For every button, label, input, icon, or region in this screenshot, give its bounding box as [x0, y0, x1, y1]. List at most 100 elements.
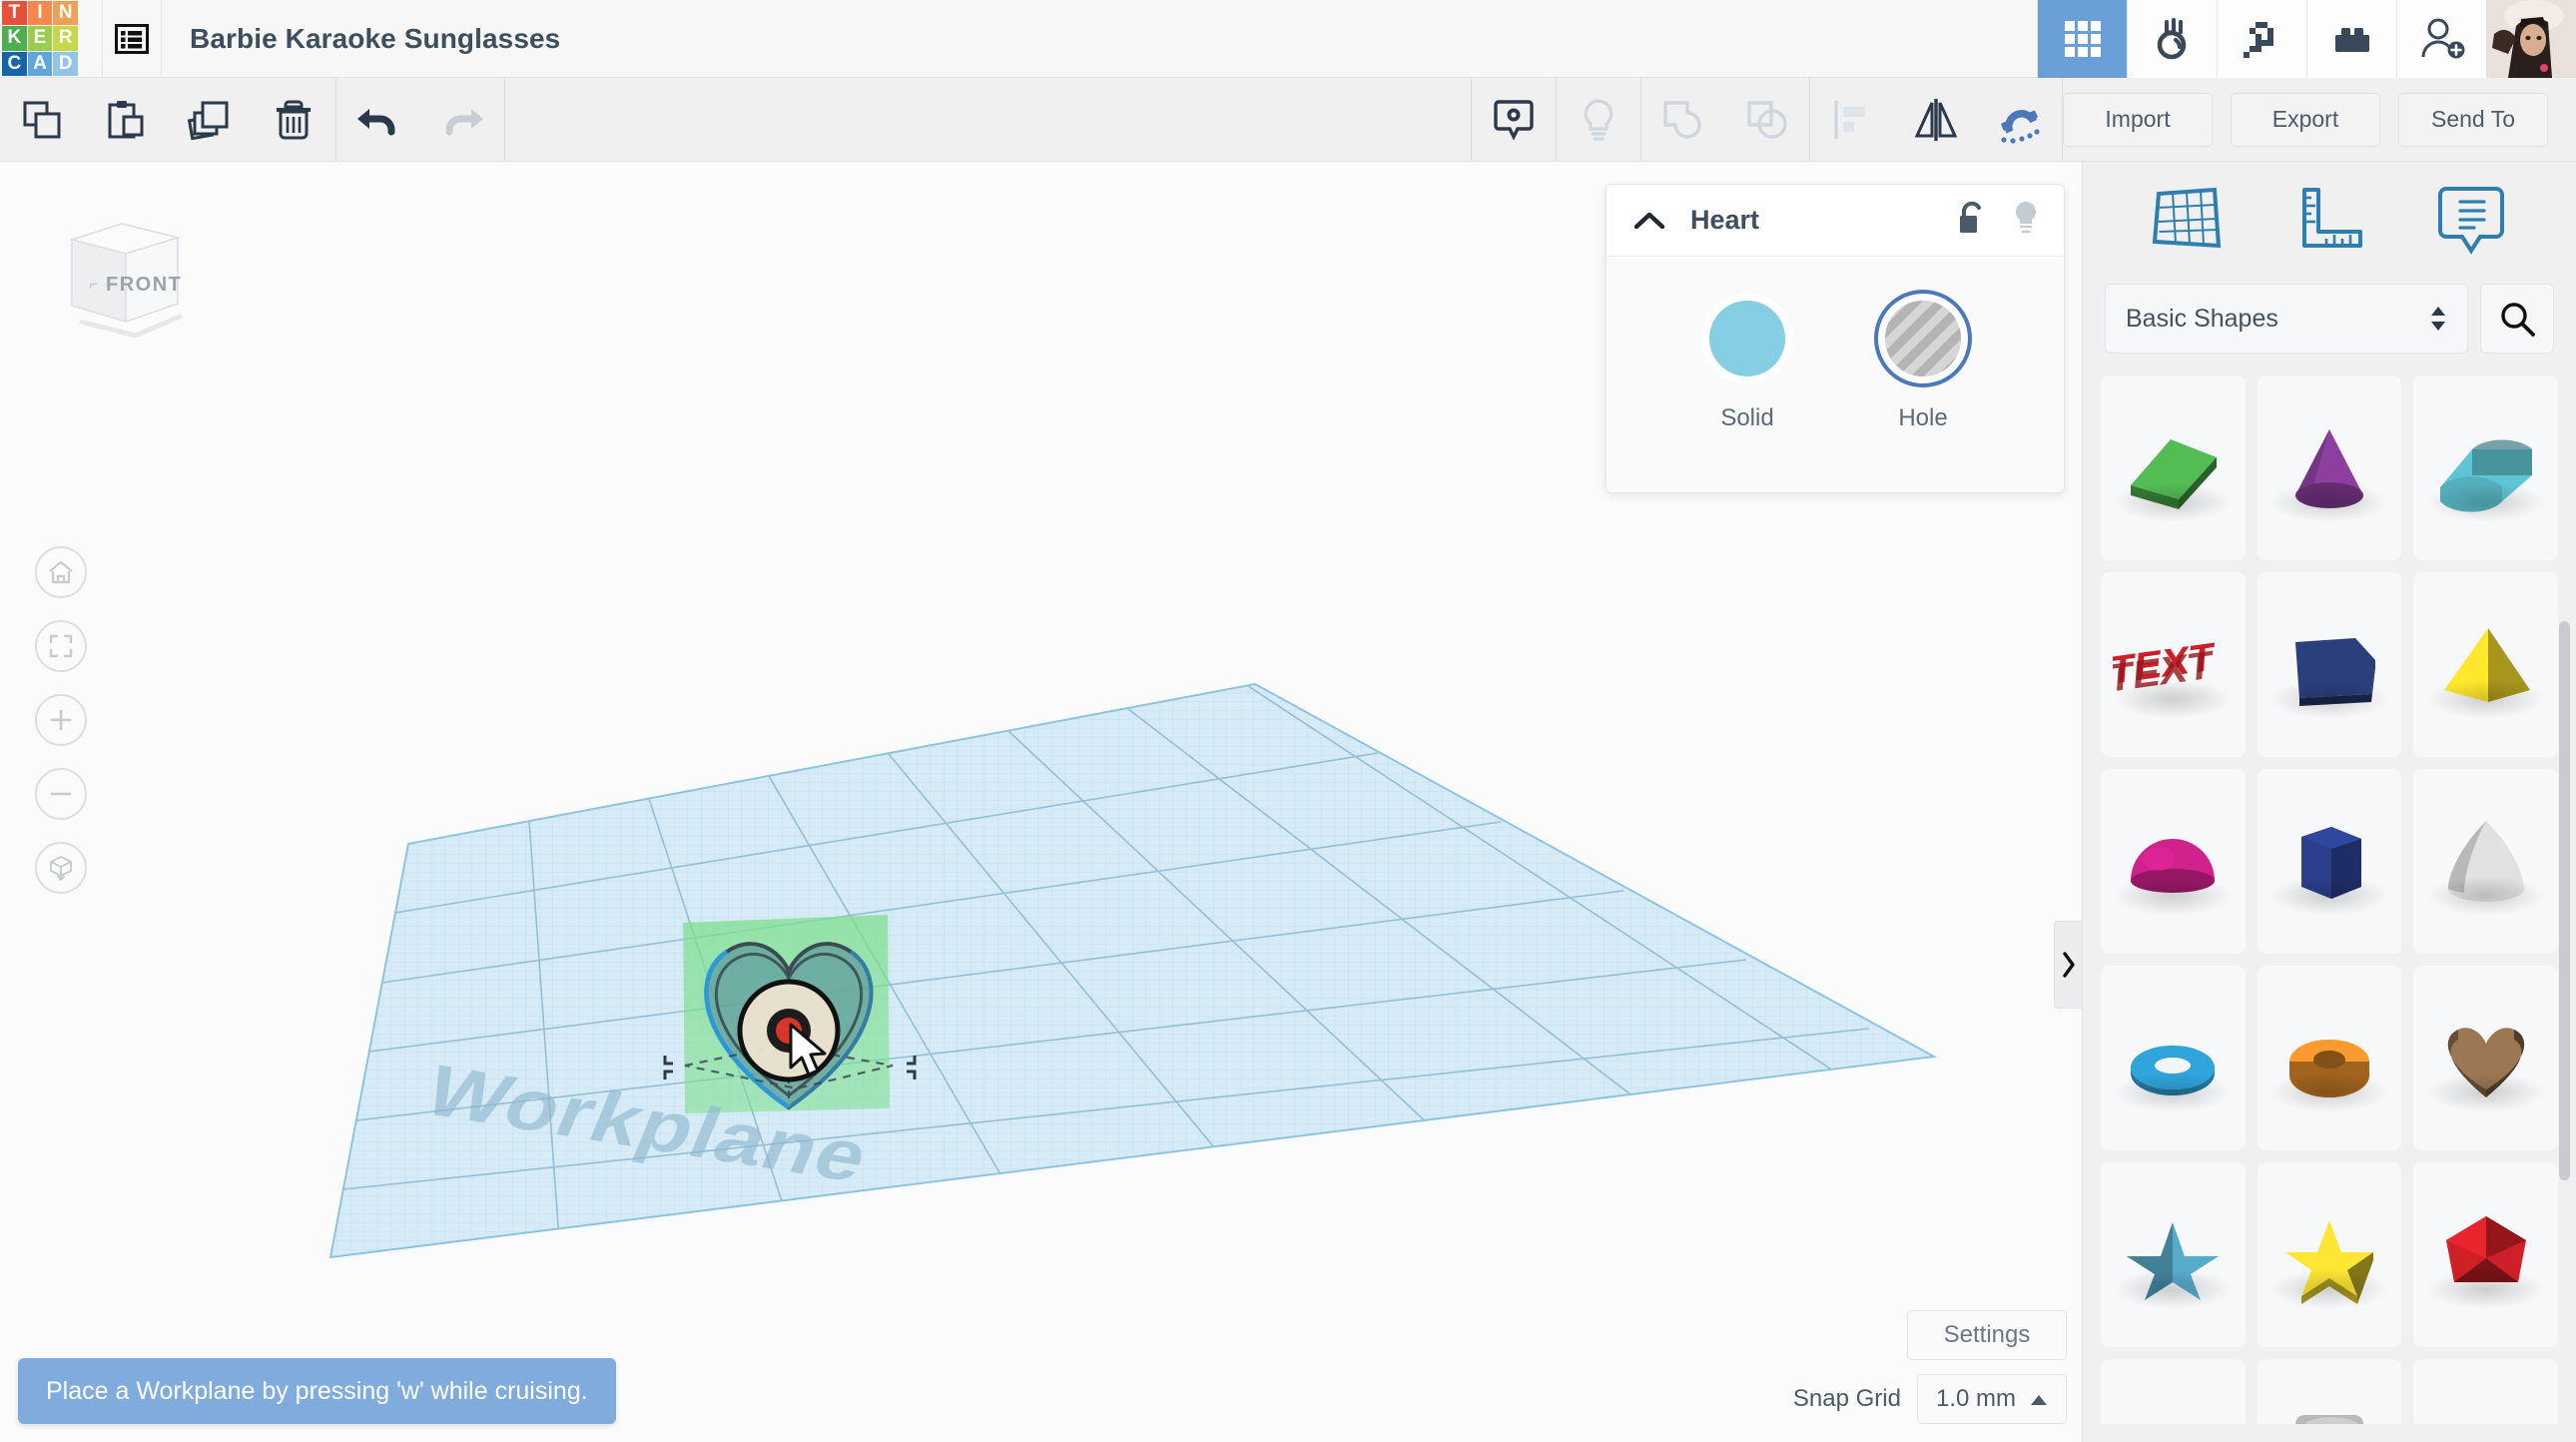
ungroup-button[interactable] — [1725, 78, 1809, 162]
shape-shadow — [2426, 482, 2546, 522]
undo-button[interactable] — [336, 78, 420, 162]
logo-tile-t: T — [2, 1, 27, 26]
shape-rounded-cube[interactable] — [2257, 1359, 2402, 1424]
workplane-tool[interactable] — [2149, 184, 2227, 263]
shapes-scrollbar[interactable] — [2559, 621, 2570, 1180]
home-view-button[interactable] — [35, 546, 87, 598]
tinkercad-app: TINKERCAD Barbie Karaoke Sunglasses — [0, 0, 2576, 1442]
panel-collapse-handle[interactable] — [2054, 921, 2082, 1009]
shape-shadow — [2269, 1269, 2389, 1309]
solid-label: Solid — [1720, 404, 1773, 432]
nav-bricks[interactable] — [2306, 0, 2396, 78]
tinkercad-logo[interactable]: TINKERCAD — [2, 1, 78, 77]
shapes-search-button[interactable] — [2480, 284, 2554, 354]
document-list-button[interactable] — [102, 0, 162, 78]
option-hole[interactable]: Hole — [1885, 301, 1961, 432]
codeblocks-icon — [2150, 16, 2196, 62]
view-cube[interactable]: ⌐ FRONT — [50, 212, 190, 342]
invite-collaborator-button[interactable] — [2396, 0, 2486, 78]
viewport-nav-buttons — [35, 546, 87, 894]
chevron-up-icon — [1632, 210, 1666, 232]
shape-panel-icons — [1954, 199, 2042, 242]
snap-grid-row: Snap Grid 1.0 mm — [1793, 1374, 2067, 1424]
avatar[interactable] — [2486, 0, 2576, 78]
nav-minecraft[interactable] — [2217, 0, 2306, 78]
mouse-cursor — [787, 1023, 835, 1084]
lock-toggle-button[interactable] — [1954, 199, 1988, 242]
shape-torus[interactable] — [2101, 966, 2246, 1150]
shape-star-extrude[interactable] — [2257, 1162, 2402, 1347]
shape-cone[interactable] — [2257, 375, 2402, 560]
show-all-button[interactable] — [1557, 78, 1640, 162]
shape-paraboloid[interactable] — [2413, 769, 2558, 954]
redo-button[interactable] — [420, 78, 504, 162]
ungroup-icon — [1743, 97, 1791, 143]
shape-half-cylinder[interactable] — [2413, 375, 2558, 560]
shape-ring[interactable] — [2101, 1359, 2246, 1424]
trash-icon — [271, 97, 317, 143]
ring-thumbnail — [2113, 1397, 2233, 1425]
shape-dome[interactable] — [2101, 769, 2246, 954]
paste-button[interactable] — [84, 78, 168, 162]
mirror-button[interactable] — [1894, 78, 1978, 162]
send-to-button[interactable]: Send To — [2398, 93, 2548, 147]
note-button[interactable] — [1472, 78, 1556, 162]
shape-star-3d[interactable] — [2101, 1162, 2246, 1347]
shape-polygon-box[interactable] — [2257, 572, 2402, 757]
octagon-thumbnail — [2426, 1397, 2546, 1425]
home-icon — [47, 559, 75, 585]
shape-heart[interactable] — [2413, 966, 2558, 1150]
option-solid[interactable]: Solid — [1709, 301, 1785, 432]
snap-grid-select[interactable]: 1.0 mm — [1917, 1374, 2067, 1424]
sidebar-tool-icons — [2083, 162, 2576, 284]
export-button[interactable]: Export — [2231, 93, 2380, 147]
logo-tile-d: D — [53, 52, 78, 77]
shapes-sidebar: Basic Shapes — [2082, 162, 2576, 1442]
notes-tool[interactable] — [2432, 183, 2510, 264]
snap-magnet-button[interactable] — [1978, 78, 2062, 162]
copy-button[interactable] — [0, 78, 84, 162]
toolbar-separator — [504, 78, 505, 162]
logo-tile-r: R — [53, 26, 78, 51]
zoom-in-icon — [48, 707, 74, 733]
shape-shadow — [2113, 1073, 2233, 1112]
ortho-perspective-icon — [47, 854, 75, 882]
fit-view-button[interactable] — [35, 620, 87, 672]
main-toolbar: Import Export Send To — [0, 78, 2576, 162]
import-button[interactable]: Import — [2063, 93, 2213, 147]
nav-codeblocks[interactable] — [2127, 0, 2217, 78]
toolbar-actions: Import Export Send To — [2063, 93, 2576, 147]
projection-toggle-button[interactable] — [35, 842, 87, 894]
panel-collapse-button[interactable] — [1628, 200, 1670, 242]
visibility-toggle-button[interactable] — [2010, 199, 2042, 242]
align-button[interactable] — [1810, 78, 1894, 162]
shape-pyramid[interactable] — [2413, 572, 2558, 757]
shape-properties-panel: Heart Solid — [1606, 184, 2065, 493]
logo-tile-n: N — [53, 1, 78, 26]
shape-tube[interactable] — [2257, 966, 2402, 1150]
hole-swatch[interactable] — [1885, 301, 1961, 376]
shape-polyhedron[interactable] — [2413, 1162, 2558, 1347]
nav-3d-design[interactable] — [2037, 0, 2127, 78]
solid-swatch[interactable] — [1709, 301, 1785, 376]
history-tools-group — [336, 78, 504, 162]
settings-button[interactable]: Settings — [1907, 1310, 2067, 1360]
shape-hexagonal-prism[interactable] — [2257, 769, 2402, 954]
logo-tile-i: I — [28, 1, 53, 26]
shape-octagon[interactable] — [2413, 1359, 2558, 1424]
duplicate-button[interactable] — [168, 78, 252, 162]
zoom-in-button[interactable] — [35, 694, 87, 746]
shape-shadow — [2426, 1073, 2546, 1112]
note-marker-icon — [1490, 96, 1538, 144]
shape-roof-wedge[interactable] — [2101, 375, 2246, 560]
logo-tile-a: A — [28, 52, 53, 77]
delete-button[interactable] — [252, 78, 335, 162]
shape-text[interactable]: TEXT TEXT — [2101, 572, 2246, 757]
zoom-out-button[interactable] — [35, 768, 87, 820]
shapes-category-select[interactable]: Basic Shapes — [2105, 284, 2468, 354]
group-button[interactable] — [1641, 78, 1725, 162]
ruler-tool[interactable] — [2290, 184, 2368, 263]
brick-icon — [2329, 19, 2375, 59]
shapes-category-value: Basic Shapes — [2126, 305, 2278, 334]
logo-tile-c: C — [2, 52, 27, 77]
